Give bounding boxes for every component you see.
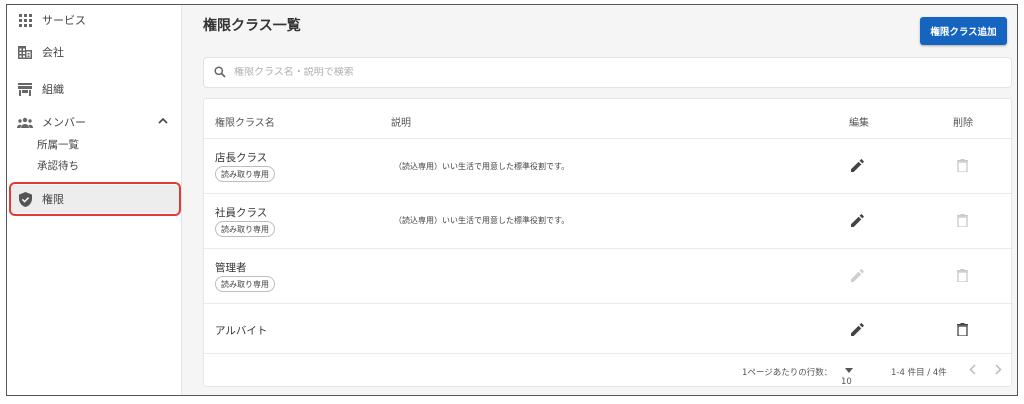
search-icon bbox=[214, 63, 234, 82]
sidebar-item-company[interactable]: 会社 bbox=[7, 38, 182, 66]
permission-class-table: 権限クラス名 説明 編集 削除 店長クラス 読み取り専用 （読込専用）いい生活で… bbox=[203, 98, 1013, 388]
read-only-badge: 読み取り専用 bbox=[215, 166, 275, 182]
read-only-badge: 読み取り専用 bbox=[215, 276, 275, 292]
search-bar[interactable] bbox=[203, 57, 1012, 88]
table-row[interactable]: 店長クラス 読み取り専用 （読込専用）いい生活で用意した標準役割です。 bbox=[204, 138, 1013, 193]
sidebar-subitem-pending-approval[interactable]: 承認待ち bbox=[37, 158, 79, 173]
role-description: （読込専用）いい生活で用意した標準役割です。 bbox=[394, 216, 570, 225]
search-input[interactable] bbox=[234, 67, 994, 78]
delete-icon[interactable] bbox=[953, 156, 971, 174]
group-icon bbox=[17, 114, 33, 130]
pagination-range: 1-4 件目 / 4件 bbox=[891, 368, 947, 378]
rows-per-page-value: 10 bbox=[841, 377, 852, 387]
role-name: 社員クラス bbox=[215, 207, 268, 219]
edit-icon[interactable] bbox=[848, 320, 866, 338]
app-window: サービス 会社 組織 メンバー 所属一覧 承認待ち 権限 権限クラス一覧 権限ク… bbox=[6, 4, 1018, 396]
sidebar-item-permissions[interactable]: 権限 bbox=[11, 185, 179, 213]
building-icon bbox=[17, 44, 33, 60]
column-header-edit: 編集 bbox=[849, 118, 869, 129]
role-name: アルバイト bbox=[215, 325, 268, 337]
prev-page-icon[interactable] bbox=[969, 364, 976, 378]
store-icon bbox=[17, 81, 33, 97]
column-header-delete: 削除 bbox=[953, 118, 973, 129]
sidebar-item-label: サービス bbox=[42, 14, 86, 27]
dropdown-arrow-icon bbox=[845, 368, 853, 373]
delete-icon[interactable] bbox=[953, 320, 971, 338]
column-header-name[interactable]: 権限クラス名 bbox=[215, 114, 275, 129]
role-name: 管理者 bbox=[215, 262, 247, 274]
delete-icon[interactable] bbox=[953, 266, 971, 284]
add-permission-class-button[interactable]: 権限クラス追加 bbox=[920, 17, 1007, 45]
sidebar-item-label: 組織 bbox=[42, 83, 64, 96]
main-content: 権限クラス一覧 権限クラス追加 権限クラス名 説明 編集 削除 店長クラス 読み… bbox=[182, 5, 1017, 395]
table-row[interactable]: 社員クラス 読み取り専用 （読込専用）いい生活で用意した標準役割です。 bbox=[204, 193, 1013, 248]
role-description: （読込専用）いい生活で用意した標準役割です。 bbox=[394, 162, 570, 171]
shield-icon bbox=[17, 191, 33, 207]
sidebar-item-members[interactable]: メンバー bbox=[7, 108, 182, 136]
rows-per-page-select[interactable]: 10 bbox=[841, 365, 853, 387]
sidebar-subitem-membership-list[interactable]: 所属一覧 bbox=[37, 137, 79, 152]
sidebar-item-organization[interactable]: 組織 bbox=[7, 75, 182, 103]
role-name: 店長クラス bbox=[215, 152, 268, 164]
sidebar-item-label: メンバー bbox=[42, 116, 86, 129]
grid-icon bbox=[17, 12, 33, 28]
chevron-up-icon[interactable] bbox=[158, 115, 168, 128]
next-page-icon[interactable] bbox=[995, 364, 1002, 378]
read-only-badge: 読み取り専用 bbox=[215, 221, 275, 237]
sidebar-item-label: 会社 bbox=[42, 46, 64, 59]
page-title: 権限クラス一覧 bbox=[203, 18, 301, 34]
rows-per-page-label: 1ページあたりの行数： bbox=[742, 368, 833, 378]
sidebar-item-label: 権限 bbox=[42, 193, 64, 206]
column-header-description[interactable]: 説明 bbox=[391, 114, 411, 129]
sidebar: サービス 会社 組織 メンバー 所属一覧 承認待ち 権限 bbox=[7, 5, 182, 395]
edit-icon[interactable] bbox=[848, 266, 866, 284]
edit-icon[interactable] bbox=[848, 211, 866, 229]
table-row[interactable]: アルバイト bbox=[204, 303, 1013, 353]
sidebar-item-services[interactable]: サービス bbox=[7, 6, 182, 34]
table-row[interactable]: 管理者 読み取り専用 bbox=[204, 248, 1013, 303]
edit-icon[interactable] bbox=[848, 156, 866, 174]
delete-icon[interactable] bbox=[953, 211, 971, 229]
pagination-bar: 1ページあたりの行数： 10 1-4 件目 / 4件 bbox=[204, 353, 1013, 388]
